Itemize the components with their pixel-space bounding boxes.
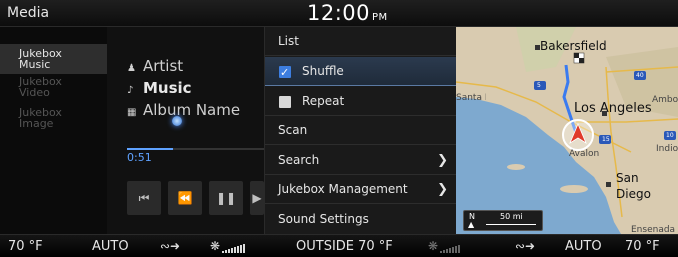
artist-name: Artist: [143, 57, 184, 75]
album-row: ▦ Album Name: [127, 101, 240, 119]
route-shield-label: 15: [602, 136, 610, 143]
sidebar-item-label: Video: [19, 86, 50, 99]
pause-icon: ❚❚: [215, 191, 237, 205]
menu-item-label: Sound Settings: [278, 212, 369, 226]
scale-bar: [486, 224, 536, 225]
destination-flag-check: [579, 58, 584, 63]
now-playing-panel: ♟ Artist ♪ Music ▦ Album Name 0:51 ⏮ ⏪ ❚❚ ▶: [107, 27, 267, 234]
menu-item-search[interactable]: Search ❯: [265, 146, 457, 175]
fan-speed-icon[interactable]: ❋: [210, 239, 246, 253]
left-auto-mode[interactable]: AUTO: [92, 239, 129, 254]
album-name: Album Name: [143, 101, 241, 119]
fast-forward-button[interactable]: ▶: [250, 181, 264, 215]
menu-item-scan[interactable]: Scan: [265, 116, 457, 145]
chevron-right-icon: ❯: [437, 182, 448, 197]
city-marker: [606, 182, 611, 187]
clock-ampm: PM: [372, 12, 388, 23]
clock-time: 12:00: [307, 1, 371, 25]
menu-item-label: List: [278, 34, 299, 48]
sidebar-item-jukebox-music[interactable]: Jukebox Music: [0, 44, 107, 74]
menu-item-label: Scan: [278, 123, 308, 137]
status-bar: Media 12:00 PM: [0, 0, 678, 27]
progress-knob[interactable]: [172, 116, 182, 126]
media-source-sidebar: Jukebox Music Jukebox Video Jukebox Imag…: [0, 27, 107, 234]
menu-item-list[interactable]: List: [265, 27, 457, 56]
chevron-right-icon: ❯: [437, 153, 448, 168]
person-icon: ♟: [127, 63, 136, 74]
destination-flag-check: [574, 53, 579, 58]
rewind-icon: ⏪: [177, 191, 193, 205]
map-scale: N ▲ 50 mi: [463, 210, 543, 231]
fan-level-bars: [222, 239, 246, 253]
shuffle-checkbox[interactable]: [279, 58, 291, 87]
route-shield-label: 5: [537, 82, 541, 89]
sidebar-item-jukebox-image[interactable]: Jukebox Image: [0, 107, 107, 137]
map-label-indio: Indio: [656, 144, 678, 154]
map-canvas: [456, 27, 678, 234]
airflow-icon[interactable]: ∾➜: [515, 239, 535, 253]
map-label-avalon: Avalon: [569, 149, 600, 159]
navigation-map[interactable]: Bakersfield Santa Barbara Los Angeles Av…: [456, 27, 678, 234]
rewind-button[interactable]: ⏪: [168, 181, 202, 215]
fan-speed-icon[interactable]: ❋: [428, 239, 461, 253]
map-label-los-angeles: Los Angeles: [574, 101, 652, 116]
artist-row: ♟ Artist: [127, 57, 183, 75]
options-menu: List Shuffle Repeat Scan Search ❯ Jukebo…: [264, 27, 457, 234]
sidebar-item-label: Music: [19, 58, 51, 71]
menu-item-shuffle[interactable]: Shuffle: [265, 57, 457, 87]
right-auto-mode[interactable]: AUTO: [565, 239, 602, 254]
map-label-bakersfield: Bakersfield: [540, 39, 607, 53]
progress-bar[interactable]: [127, 148, 267, 150]
right-temperature[interactable]: 70 °F: [625, 239, 660, 254]
album-icon: ▦: [127, 107, 137, 118]
map-label-ensenada: Ensenada: [631, 225, 676, 234]
elapsed-time: 0:51: [127, 151, 152, 164]
map-label-amboy: Amboy: [652, 95, 678, 105]
sidebar-item-jukebox-video[interactable]: Jukebox Video: [0, 76, 107, 106]
compass-icon: ▲: [468, 220, 475, 229]
skip-back-icon: ⏮: [138, 191, 150, 205]
app-title: Media: [7, 5, 50, 21]
menu-item-jukebox-management[interactable]: Jukebox Management ❯: [265, 175, 457, 204]
menu-item-sound-settings[interactable]: Sound Settings: [265, 205, 457, 234]
outside-temperature: OUTSIDE 70 °F: [296, 239, 393, 254]
menu-item-repeat[interactable]: Repeat: [265, 87, 457, 116]
menu-item-label: Search: [278, 153, 320, 167]
fan-level-bars: [440, 239, 461, 253]
sidebar-item-label: Image: [19, 117, 54, 130]
pause-button[interactable]: ❚❚: [209, 181, 243, 215]
scale-distance: 50 mi: [500, 212, 523, 221]
map-label-santa-barbara: Santa Barbara: [456, 93, 486, 103]
progress-fill: [127, 148, 174, 150]
track-title: Music: [143, 79, 192, 97]
menu-item-label: Jukebox Management: [278, 182, 408, 196]
repeat-checkbox[interactable]: [279, 96, 291, 108]
map-island: [560, 185, 588, 193]
fast-forward-icon: ▶: [252, 191, 262, 205]
skip-back-button[interactable]: ⏮: [127, 181, 161, 215]
route-shield-label: 10: [666, 132, 674, 139]
climate-bar: 70 °F AUTO ∾➜ ❋ OUTSIDE 70 °F ❋ ∾➜ AUTO …: [0, 234, 678, 257]
title-row: ♪ Music: [127, 79, 192, 97]
music-note-icon: ♪: [127, 85, 134, 96]
map-island: [507, 164, 525, 170]
left-temperature[interactable]: 70 °F: [8, 239, 43, 254]
route-shield-label: 40: [636, 72, 644, 79]
map-label-san-diego: San Diego: [616, 171, 651, 201]
clock: 12:00 PM: [307, 1, 388, 25]
airflow-icon[interactable]: ∾➜: [160, 239, 180, 253]
